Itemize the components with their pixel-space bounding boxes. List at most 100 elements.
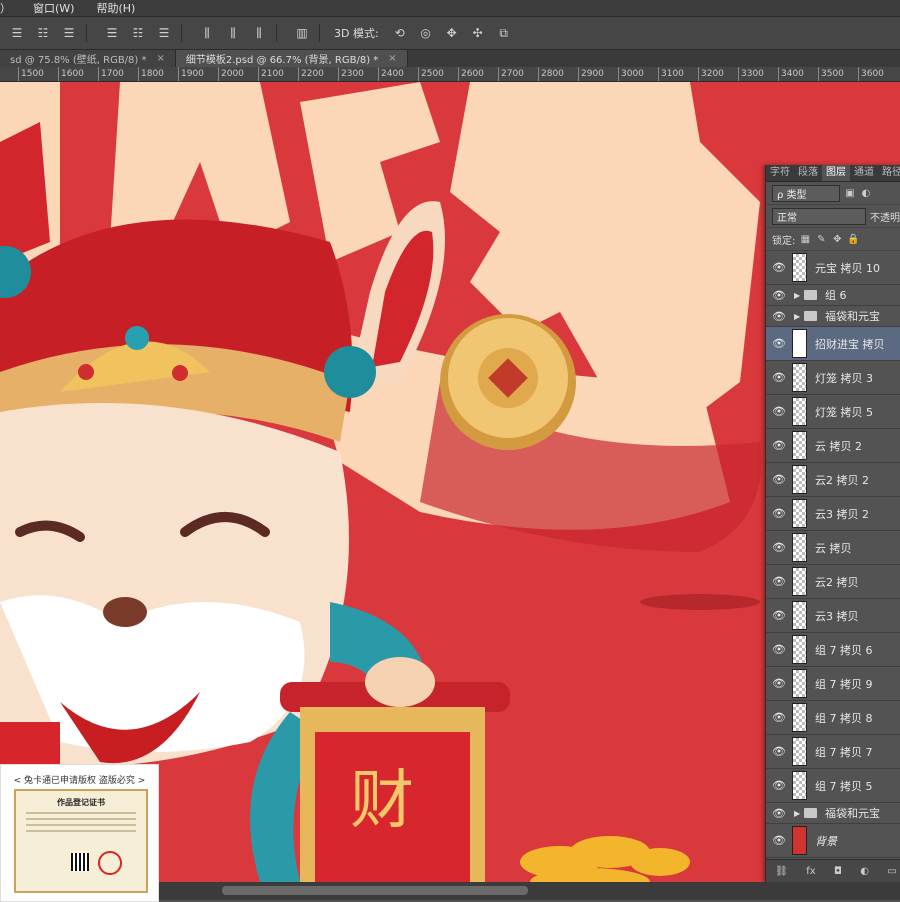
- eye-icon[interactable]: 👁: [766, 711, 792, 724]
- layer-thumbnail: [792, 397, 807, 426]
- 3d-scale-icon[interactable]: ⧉: [495, 24, 513, 42]
- eye-icon[interactable]: 👁: [766, 643, 792, 656]
- 3d-slide-icon[interactable]: ✣: [469, 24, 487, 42]
- eye-icon[interactable]: 👁: [766, 289, 792, 302]
- eye-icon[interactable]: 👁: [766, 575, 792, 588]
- tab-document-2[interactable]: 细节模板2.psd @ 66.7% (背景, RGB/8) * ×: [175, 50, 408, 67]
- align-left-icon[interactable]: ☰: [8, 24, 26, 42]
- expand-arrow-icon[interactable]: ▶: [794, 809, 804, 818]
- eye-icon[interactable]: 👁: [766, 541, 792, 554]
- tab-document-1[interactable]: sd @ 75.8% (壁纸, RGB/8) * ×: [0, 50, 176, 67]
- certificate-title: 作品登记证书: [57, 797, 105, 807]
- distribute-hcenter-icon[interactable]: ⫼: [224, 24, 242, 42]
- layer-row[interactable]: 👁 组 7 拷贝 7: [766, 735, 900, 769]
- eye-icon[interactable]: 👁: [766, 473, 792, 486]
- eye-icon[interactable]: 👁: [766, 261, 792, 274]
- layer-row[interactable]: 👁 云3 拷贝 2: [766, 497, 900, 531]
- blend-mode-select[interactable]: 正常: [772, 207, 866, 225]
- group-row[interactable]: 👁 ▶ 福袋和元宝: [766, 803, 900, 824]
- tab-paragraph[interactable]: 段落: [794, 165, 822, 181]
- folder-icon[interactable]: ▭: [887, 866, 896, 877]
- distribute-left-icon[interactable]: ⫼: [198, 24, 216, 42]
- expand-arrow-icon[interactable]: ▶: [794, 291, 804, 300]
- separator: [86, 24, 87, 42]
- eye-icon[interactable]: 👁: [766, 609, 792, 622]
- 3d-orbit-icon[interactable]: ⟲: [391, 24, 409, 42]
- layer-row[interactable]: 👁 云 拷贝 2: [766, 429, 900, 463]
- lock-position-icon[interactable]: ✥: [831, 233, 843, 245]
- filter-type-select[interactable]: ρ 类型: [772, 184, 840, 202]
- layer-row[interactable]: 👁 云3 拷贝: [766, 599, 900, 633]
- menu-item-help[interactable]: 帮助(H): [96, 0, 135, 16]
- adjustment-filter-icon[interactable]: ◐: [860, 187, 872, 199]
- folder-icon: [804, 290, 817, 300]
- folder-icon: [804, 311, 817, 321]
- auto-align-icon[interactable]: ▥: [293, 24, 311, 42]
- lock-transparent-icon[interactable]: ▦: [799, 233, 811, 245]
- distribute-vcenter-icon[interactable]: ☷: [129, 24, 147, 42]
- eye-icon[interactable]: 👁: [766, 405, 792, 418]
- eye-icon[interactable]: 👁: [766, 745, 792, 758]
- link-icon[interactable]: ⛓: [775, 866, 788, 877]
- tab-label: sd @ 75.8% (壁纸, RGB/8) *: [10, 55, 147, 66]
- 3d-pan-icon[interactable]: ✥: [443, 24, 461, 42]
- eye-icon[interactable]: 👁: [766, 807, 792, 820]
- align-right-icon[interactable]: ☰: [60, 24, 78, 42]
- tab-layers[interactable]: 图层: [822, 165, 850, 181]
- eye-icon[interactable]: 👁: [766, 779, 792, 792]
- distribute-top-icon[interactable]: ☰: [103, 24, 121, 42]
- layer-row[interactable]: 👁 元宝 拷贝 10: [766, 251, 900, 285]
- eye-icon[interactable]: 👁: [766, 507, 792, 520]
- distribute-right-icon[interactable]: ⫼: [250, 24, 268, 42]
- 3d-roll-icon[interactable]: ◎: [417, 24, 435, 42]
- ruler-tick: 2200: [298, 67, 324, 81]
- tab-character[interactable]: 字符: [766, 165, 794, 181]
- mask-icon[interactable]: ◘: [834, 866, 842, 877]
- close-icon[interactable]: ×: [388, 53, 396, 64]
- lock-paint-icon[interactable]: ✎: [815, 233, 827, 245]
- layer-thumbnail: [792, 499, 807, 528]
- menu-item-window[interactable]: 窗口(W): [33, 0, 74, 16]
- layer-row[interactable]: 👁 灯笼 拷贝 5: [766, 395, 900, 429]
- eye-icon[interactable]: 👁: [766, 439, 792, 452]
- close-icon[interactable]: ×: [157, 53, 165, 64]
- image-filter-icon[interactable]: ▣: [844, 187, 856, 199]
- layer-row-selected[interactable]: 👁 招财进宝 拷贝: [766, 327, 900, 361]
- layer-row[interactable]: 👁 云 拷贝: [766, 531, 900, 565]
- eye-icon[interactable]: 👁: [766, 834, 792, 847]
- layers-footer: ⛓ fx ◘ ◐ ▭: [766, 859, 900, 882]
- eye-icon[interactable]: 👁: [766, 371, 792, 384]
- expand-arrow-icon[interactable]: ▶: [794, 312, 804, 321]
- ruler-tick: 1600: [58, 67, 84, 81]
- menu-item-partial[interactable]: ）: [0, 0, 11, 16]
- ruler-tick: 3000: [618, 67, 644, 81]
- group-row[interactable]: 👁 ▶ 组 6: [766, 285, 900, 306]
- layer-row[interactable]: 👁 组 7 拷贝 8: [766, 701, 900, 735]
- layer-name: 福袋和元宝: [825, 310, 880, 323]
- group-row[interactable]: 👁 ▶ 福袋和元宝: [766, 306, 900, 327]
- document-tabs: sd @ 75.8% (壁纸, RGB/8) * × 细节模板2.psd @ 6…: [0, 50, 900, 67]
- ruler-tick: 2700: [498, 67, 524, 81]
- horizontal-ruler[interactable]: 1500 1600 1700 1800 1900 2000 2100 2200 …: [0, 67, 900, 82]
- layer-row[interactable]: 👁 云2 拷贝: [766, 565, 900, 599]
- eye-icon[interactable]: 👁: [766, 337, 792, 350]
- layer-row[interactable]: 👁 云2 拷贝 2: [766, 463, 900, 497]
- eye-icon[interactable]: 👁: [766, 310, 792, 323]
- layer-row[interactable]: 👁 组 7 拷贝 5: [766, 769, 900, 803]
- layer-row[interactable]: 👁 组 7 拷贝 6: [766, 633, 900, 667]
- layer-row[interactable]: 👁 组 7 拷贝 9: [766, 667, 900, 701]
- layer-thumbnail: [792, 737, 807, 766]
- fx-icon[interactable]: fx: [806, 866, 815, 877]
- layer-row-background[interactable]: 👁 背景: [766, 824, 900, 858]
- layer-row[interactable]: 👁 灯笼 拷贝 3: [766, 361, 900, 395]
- scrollbar-thumb[interactable]: [222, 886, 528, 895]
- 3d-mode-label: 3D 模式:: [334, 27, 379, 40]
- adjustment-icon[interactable]: ◐: [860, 866, 869, 877]
- lock-all-icon[interactable]: 🔒: [847, 233, 859, 245]
- distribute-bottom-icon[interactable]: ☰: [155, 24, 173, 42]
- tab-channels[interactable]: 通道: [850, 165, 878, 181]
- tab-paths[interactable]: 路径: [878, 165, 900, 181]
- eye-icon[interactable]: 👁: [766, 677, 792, 690]
- menu-bar: ） 窗口(W) 帮助(H): [0, 0, 900, 17]
- align-hcenter-icon[interactable]: ☷: [34, 24, 52, 42]
